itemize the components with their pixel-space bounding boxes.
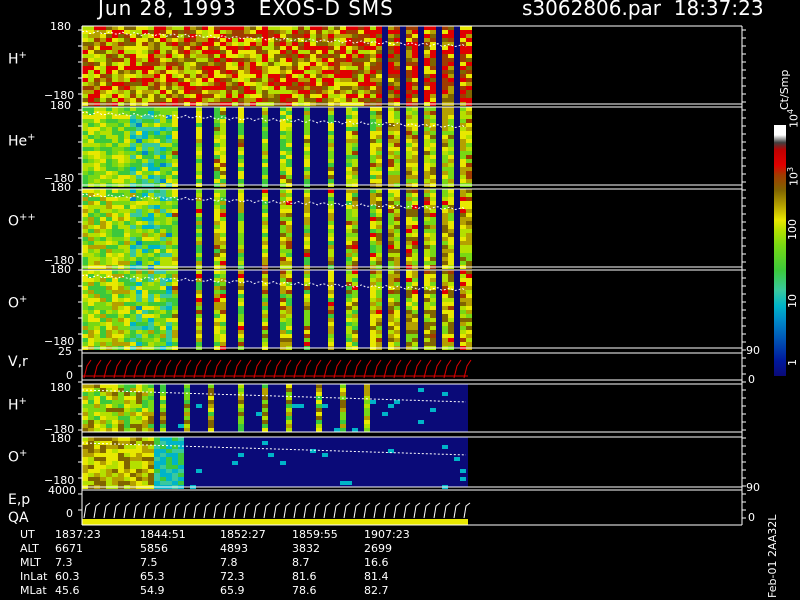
panel-label-vr: V,r [8,354,28,370]
colorbar-tick: 10 [786,294,799,308]
ephemeris-value: 7.5 [140,556,158,569]
ephemeris-value: 2699 [364,542,392,555]
ephemeris-row-label: UT [20,528,35,541]
ephemeris-row-label: MLat [20,584,47,597]
panel-label-h-plus: H+ [8,50,27,68]
ephemeris-value: 16.6 [364,556,389,569]
ephemeris-row-label: MLT [20,556,41,569]
ephemeris-row: InLat 60.3 65.3 72.3 81.6 81.4 [0,570,760,584]
ephemeris-value: 1844:51 [140,528,186,541]
ytick-h-top: 180 [50,20,71,33]
ephemeris-row: ALT 6671 5856 4893 3832 2699 [0,542,760,556]
colorbar-tick: 103 [786,166,800,186]
ytick-vr-top: 25 [58,345,72,358]
ephemeris-value: 65.9 [220,584,245,597]
ephemeris-table: UT 1837:23 1844:51 1852:27 1859:55 1907:23 ALT… [0,528,760,598]
rtick-vr-top: 90 [746,344,760,357]
footer-note: Feb-01 2AA32L [766,514,779,598]
ephemeris-value: 78.6 [292,584,317,597]
ytick-o2-top: 180 [50,432,71,445]
qa-label: QA [8,510,29,526]
ytick-opp-top: 180 [50,181,71,194]
panel-label-o-plusplus: O++ [8,212,36,230]
ephemeris-value: 5856 [140,542,168,555]
ephemeris-value: 54.9 [140,584,165,597]
colorbar [774,125,786,376]
ephemeris-value: 1837:23 [55,528,101,541]
ephemeris-value: 8.7 [292,556,310,569]
ephemeris-row: MLT 7.3 7.5 7.8 8.7 16.6 [0,556,760,570]
rtick-ep-top: 90 [746,481,760,494]
ephemeris-value: 81.6 [292,570,317,583]
spectrogram-plot [78,25,786,526]
panel-label-o-plus-2: O+ [8,448,28,466]
panel-label-ep: E,p [8,492,31,508]
ephemeris-value: 1907:23 [364,528,410,541]
spectrogram-h-plus-2 [81,384,468,432]
ephemeris-value: 7.3 [55,556,73,569]
ytick-ep-top: 4000 [48,484,76,497]
spectrogram-he-plus [81,107,472,187]
ephemeris-value: 82.7 [364,584,389,597]
ephemeris-row: UT 1837:23 1844:51 1852:27 1859:55 1907:23 [0,528,760,542]
colorbar-tick: 1 [786,359,799,366]
panel-label-he-plus: He+ [8,132,36,150]
panel-label-o-plus: O+ [8,294,28,312]
ytick-ep-bot: 0 [66,507,73,520]
ephemeris-value: 60.3 [55,570,80,583]
ytick-h2-top: 180 [50,381,71,394]
panel-label-h-plus-2: H+ [8,396,27,414]
ephemeris-value: 1852:27 [220,528,266,541]
ephemeris-value: 7.8 [220,556,238,569]
vr-trace [82,352,742,381]
ep-trace [82,489,742,526]
ytick-he-top: 180 [50,99,71,112]
ephemeris-value: 1859:55 [292,528,338,541]
ephemeris-value: 6671 [55,542,83,555]
ephemeris-value: 65.3 [140,570,165,583]
ephemeris-row-label: InLat [20,570,48,583]
ephemeris-value: 3832 [292,542,320,555]
ephemeris-value: 81.4 [364,570,389,583]
ephemeris-value: 72.3 [220,570,245,583]
rtick-vr-bot: 0 [748,373,755,386]
colorbar-tick: 100 [786,219,799,240]
ephemeris-row: MLat 45.6 54.9 65.9 78.6 82.7 [0,584,760,598]
ephemeris-value: 4893 [220,542,248,555]
spectrogram-o-plusplus [81,189,472,269]
colorbar-title: Ct/Smp [778,69,791,110]
spectrogram-o-plus-2 [81,437,468,489]
ytick-op-top: 180 [50,263,71,276]
ephemeris-row-label: ALT [20,542,39,555]
spectrogram-h-plus [81,26,472,106]
rtick-ep-bot: 0 [748,511,755,524]
spectrogram-o-plus [81,270,472,350]
colorbar-tick: 104 [786,108,800,128]
ephemeris-value: 45.6 [55,584,80,597]
